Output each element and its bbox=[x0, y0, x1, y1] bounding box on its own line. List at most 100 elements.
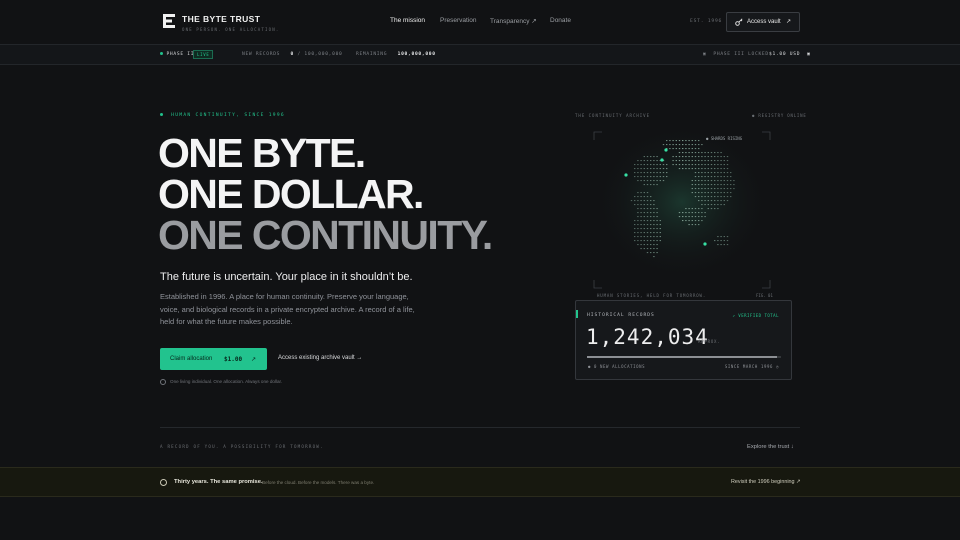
globe-dot bbox=[694, 152, 697, 154]
globe-dot bbox=[685, 140, 687, 142]
dotted-globe-graphic: ● SHARDS RISING bbox=[592, 130, 772, 290]
globe-dot bbox=[672, 160, 674, 162]
nav-link-preservation[interactable]: Preservation bbox=[440, 17, 477, 24]
globe-dot bbox=[643, 236, 645, 238]
globe-dot bbox=[650, 236, 652, 238]
access-archive-link[interactable]: Access existing archive vault → bbox=[278, 355, 362, 361]
history-banner: Thirty years. The same promise. Before t… bbox=[0, 467, 960, 497]
globe-dot bbox=[637, 196, 639, 198]
globe-dot bbox=[688, 148, 690, 150]
globe-dot bbox=[643, 224, 645, 226]
key-icon bbox=[735, 18, 743, 26]
archive-label: THE CONTINUITY ARCHIVE bbox=[575, 113, 650, 118]
globe-dot bbox=[678, 168, 681, 170]
access-vault-button[interactable]: Access vault ↗ bbox=[726, 12, 800, 32]
eyebrow-dot-icon bbox=[160, 113, 163, 116]
globe-dot bbox=[656, 244, 658, 246]
globe-dot bbox=[694, 216, 697, 218]
archive-caption: HUMAN STORIES, HELD FOR TOMORROW. bbox=[597, 293, 707, 298]
globe-dot bbox=[634, 232, 636, 234]
headline-line-3: ONE CONTINUITY. bbox=[158, 212, 493, 258]
globe-dot bbox=[714, 172, 716, 174]
explore-trust-link[interactable]: Explore the trust ↓ bbox=[747, 444, 794, 450]
new-allocations-label: ● 0 NEW ALLOCATIONS bbox=[588, 364, 646, 369]
globe-dot bbox=[698, 152, 700, 154]
globe-dot bbox=[723, 240, 725, 242]
globe-dot bbox=[678, 152, 681, 154]
globe-dot bbox=[726, 168, 729, 170]
globe-dot bbox=[720, 196, 722, 198]
globe-dot bbox=[646, 176, 649, 178]
globe-dot bbox=[650, 172, 652, 174]
globe-dot bbox=[656, 232, 658, 234]
globe-dot bbox=[650, 244, 652, 246]
globe-dot bbox=[656, 252, 658, 254]
globe-dot bbox=[714, 184, 716, 186]
shards-marker-label: ● SHARDS RISING bbox=[706, 136, 743, 141]
globe-dot bbox=[640, 244, 642, 246]
verified-total-link[interactable]: ↗ VERIFIED TOTAL bbox=[732, 313, 779, 318]
globe-dot bbox=[707, 180, 709, 182]
globe-dot bbox=[656, 184, 658, 186]
globe-dot bbox=[634, 224, 636, 226]
lock-icon: ▣ bbox=[703, 52, 707, 57]
globe-dot bbox=[726, 240, 729, 242]
globe-dot bbox=[634, 200, 636, 202]
globe-dot bbox=[694, 168, 697, 170]
globe-dot bbox=[710, 168, 713, 170]
nav-link-donate[interactable]: Donate bbox=[550, 17, 571, 24]
globe-dot bbox=[720, 168, 722, 170]
globe-dot bbox=[650, 220, 652, 222]
globe-dot bbox=[653, 240, 655, 242]
globe-dot bbox=[640, 248, 642, 250]
globe-dot bbox=[640, 160, 642, 162]
globe-dot bbox=[646, 200, 649, 202]
globe-dot bbox=[691, 148, 693, 150]
globe-dot bbox=[643, 212, 645, 214]
globe-dot bbox=[666, 164, 668, 166]
globe-dot bbox=[698, 168, 700, 170]
nav-link-mission[interactable]: The mission bbox=[390, 17, 425, 24]
globe-dot bbox=[659, 224, 661, 226]
globe-dot bbox=[682, 216, 684, 218]
globe-dot bbox=[640, 220, 642, 222]
globe-dot bbox=[672, 164, 674, 166]
globe-dot bbox=[698, 200, 700, 202]
globe-dot bbox=[698, 140, 700, 142]
globe-dot bbox=[714, 176, 716, 178]
claim-allocation-button[interactable]: Claim allocation $1.00 ↗ bbox=[160, 348, 267, 370]
headline-line-1: ONE BYTE. bbox=[158, 130, 366, 176]
globe-dot bbox=[726, 164, 729, 166]
globe-dot bbox=[694, 148, 697, 150]
arrow-up-right-icon: ↗ bbox=[250, 356, 256, 363]
globe-dot bbox=[710, 208, 713, 210]
globe-dot bbox=[653, 180, 655, 182]
globe-dot bbox=[653, 236, 655, 238]
globe-dot bbox=[653, 228, 655, 230]
globe-dot bbox=[646, 164, 649, 166]
globe-dot bbox=[723, 168, 725, 170]
globe-dot bbox=[707, 156, 709, 158]
globe-dot bbox=[675, 144, 677, 146]
globe-dot bbox=[678, 156, 681, 158]
globe-dot bbox=[637, 236, 639, 238]
globe-dot bbox=[640, 196, 642, 198]
globe-dot bbox=[688, 144, 690, 146]
globe-dot bbox=[723, 184, 725, 186]
globe-dot bbox=[701, 160, 703, 162]
globe-dot bbox=[656, 228, 658, 230]
globe-dot bbox=[710, 172, 713, 174]
brand-logo[interactable]: THE BYTE TRUST ONE PERSON. ONE ALLOCATIO… bbox=[163, 14, 279, 32]
revisit-beginning-link[interactable]: Revisit the 1996 beginning ↗ bbox=[731, 479, 801, 485]
records-progress-track bbox=[587, 356, 781, 358]
globe-dot bbox=[653, 156, 655, 158]
nav-link-transparency[interactable]: Transparency ↗ bbox=[490, 17, 537, 25]
globe-dot bbox=[707, 172, 709, 174]
globe-dot bbox=[637, 216, 639, 218]
globe-dot bbox=[637, 228, 639, 230]
globe-dot bbox=[659, 240, 661, 242]
globe-dot bbox=[653, 164, 655, 166]
globe-dot bbox=[723, 204, 725, 206]
globe-dot bbox=[691, 224, 693, 226]
records-count: 1,242,034 bbox=[586, 325, 709, 349]
